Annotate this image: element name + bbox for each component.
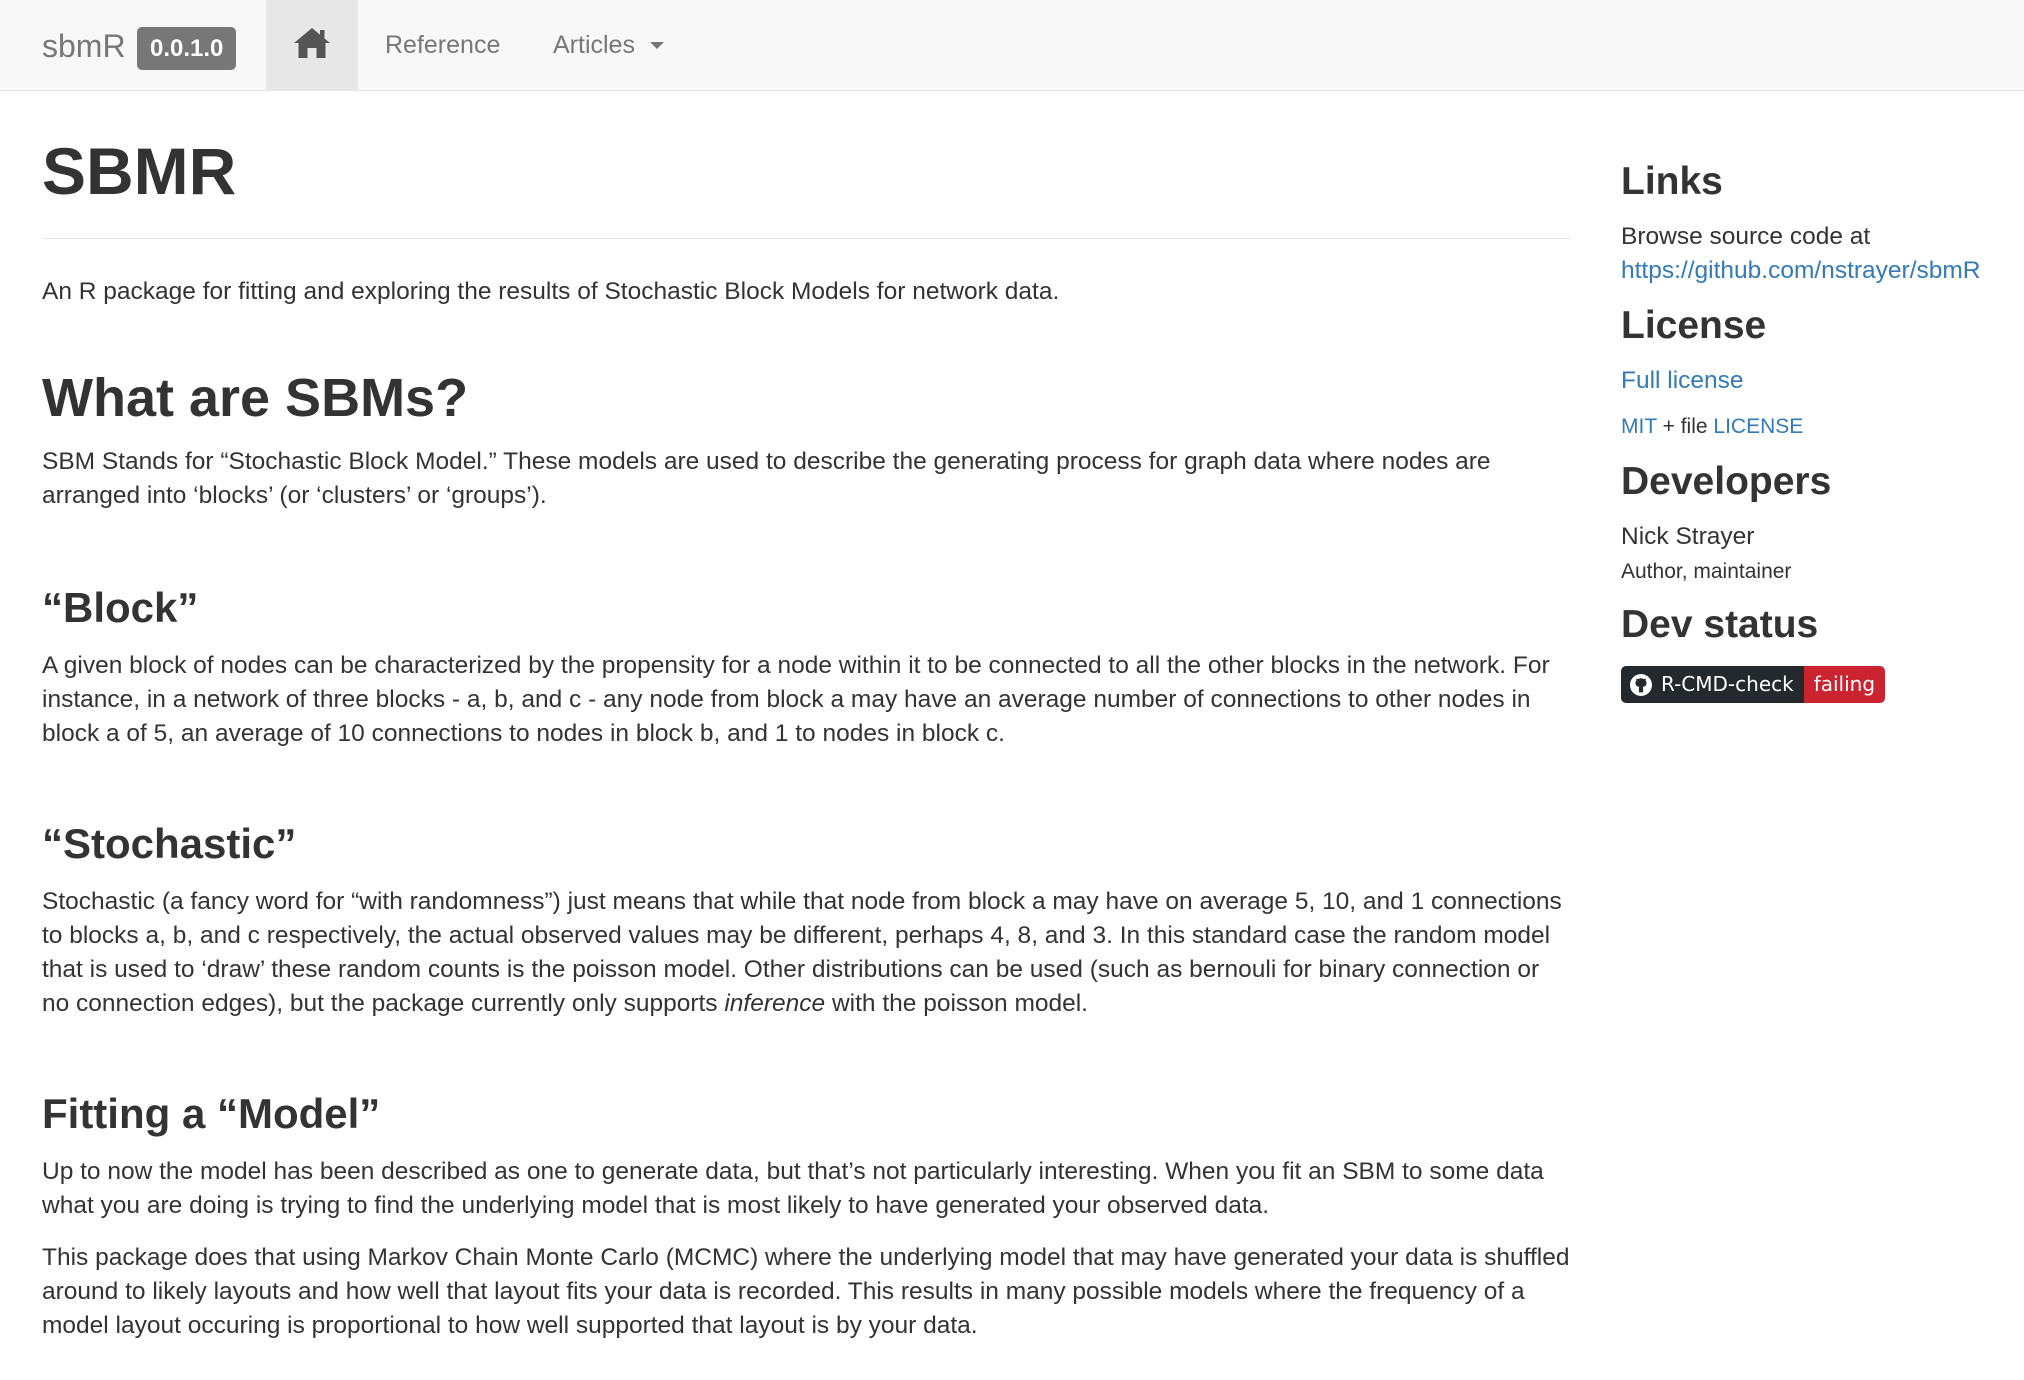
sidebar-heading-dev-status: Dev status xyxy=(1621,603,1819,646)
brand-link[interactable]: sbmR xyxy=(42,27,126,65)
github-icon xyxy=(1630,673,1652,696)
source-code-link[interactable]: https://github.com/nstrayer/sbmR xyxy=(1621,257,1980,284)
section-heading-fitting-a-model: Fitting a “Model” xyxy=(42,1090,381,1137)
nav-home-link[interactable] xyxy=(266,0,358,91)
title-divider xyxy=(42,238,1570,239)
caret-down-icon xyxy=(650,42,664,49)
mit-link[interactable]: MIT xyxy=(1621,415,1657,438)
license-type-line: MIT + file LICENSE xyxy=(1621,413,1803,441)
home-icon xyxy=(294,28,330,58)
what-are-sbms-paragraph: SBM Stands for “Stochastic Block Model.”… xyxy=(42,448,1491,509)
plus-file-text: + file xyxy=(1656,415,1714,438)
emphasis-inference: inference xyxy=(724,990,826,1017)
navbar: sbmR 0.0.1.0 Reference Articles xyxy=(0,0,2024,91)
block-paragraph: A given block of nodes can be characteri… xyxy=(42,652,1550,747)
sidebar-heading-links: Links xyxy=(1621,160,1723,203)
full-license-line: Full license xyxy=(1621,364,1744,398)
stochastic-text-end: with the poisson model. xyxy=(825,990,1088,1017)
browse-source-text: Browse source code at xyxy=(1621,223,1871,250)
section-heading-stochastic: “Stochastic” xyxy=(42,820,297,867)
source-url-line: https://github.com/nstrayer/sbmR xyxy=(1621,254,1980,288)
fitting-paragraph-1: Up to now the model has been described a… xyxy=(42,1158,1544,1219)
nav-articles-dropdown[interactable]: Articles xyxy=(553,28,635,62)
fitting-paragraph-2: This package does that using Markov Chai… xyxy=(42,1244,1570,1339)
sidebar-heading-developers: Developers xyxy=(1621,460,1832,503)
nav-reference-link[interactable]: Reference xyxy=(385,28,500,62)
badge-label-text: R-CMD-check xyxy=(1661,672,1794,696)
stochastic-paragraph: Stochastic (a fancy word for “with rando… xyxy=(42,885,1570,1021)
developer-name: Nick Strayer xyxy=(1621,523,1755,550)
license-file-link[interactable]: LICENSE xyxy=(1713,415,1803,438)
sidebar-heading-license: License xyxy=(1621,304,1767,347)
badge-label-section: R-CMD-check xyxy=(1621,666,1804,703)
page-title: SBMR xyxy=(42,134,237,208)
intro-paragraph: An R package for fitting and exploring t… xyxy=(42,278,1060,305)
full-license-link[interactable]: Full license xyxy=(1621,367,1744,394)
section-heading-block: “Block” xyxy=(42,584,199,631)
section-heading-what-are-sbms: What are SBMs? xyxy=(42,368,469,428)
developer-role: Author, maintainer xyxy=(1621,560,1792,583)
version-badge: 0.0.1.0 xyxy=(137,27,237,70)
r-cmd-check-badge[interactable]: R-CMD-check failing xyxy=(1621,666,1886,703)
badge-status-text: failing xyxy=(1803,666,1886,703)
